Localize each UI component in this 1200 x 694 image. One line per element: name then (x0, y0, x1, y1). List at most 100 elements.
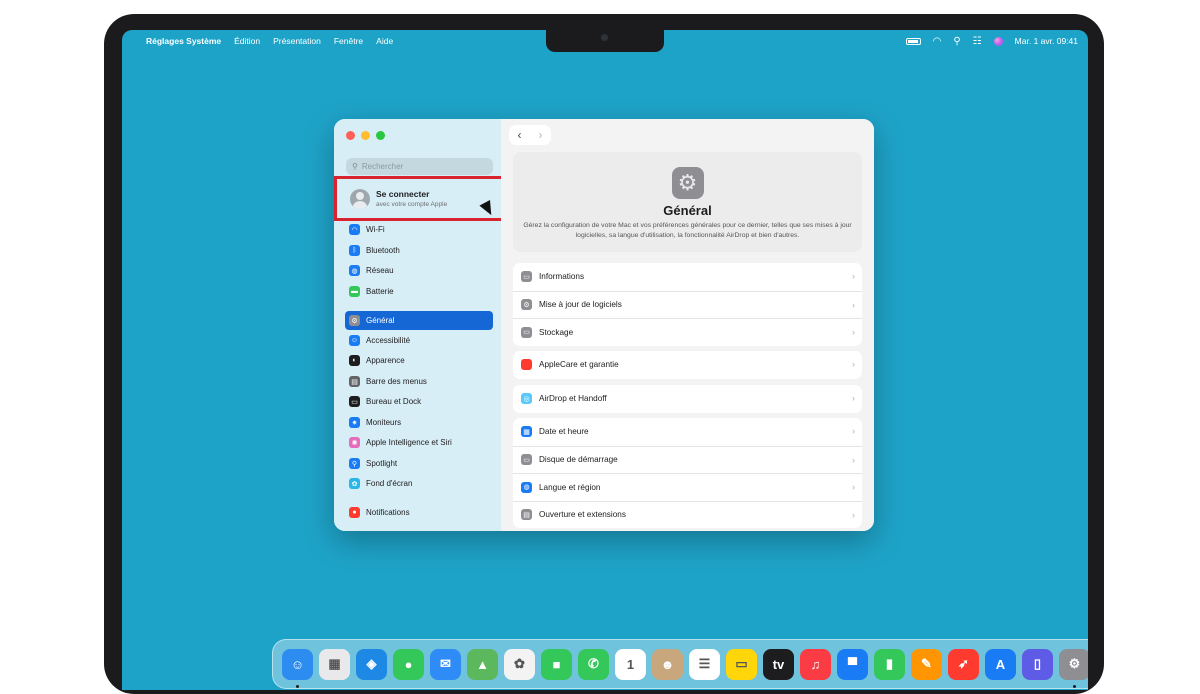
gear-icon: ⚙ (349, 315, 360, 326)
sidebar-item-display[interactable]: ✷ Moniteurs (345, 413, 493, 432)
zoom-button[interactable] (376, 131, 385, 140)
nav-buttons: ‹ › (509, 125, 551, 145)
chevron-right-icon: › (852, 454, 855, 465)
sidebar-item-globe[interactable]: ◍ Réseau (345, 261, 493, 280)
testflight-icon[interactable]: ➶ (948, 648, 979, 680)
menu-aide[interactable]: Aide (376, 36, 393, 46)
sidebar-item-spotlight[interactable]: ⚲ Spotlight (345, 454, 493, 473)
sidebar-item-battery[interactable]: ▬ Batterie (345, 282, 493, 301)
siri-icon[interactable] (993, 36, 1003, 46)
minimize-button[interactable] (361, 131, 370, 140)
menu-app-name[interactable]: Réglages Système (146, 36, 221, 46)
settings-row-label: Stockage (539, 327, 574, 337)
sidebar-item-menubar[interactable]: ▤ Barre des menus (345, 372, 493, 391)
numbers-icon[interactable]: ▮ (874, 648, 905, 680)
notes-icon[interactable]: ▭ (726, 648, 757, 680)
phone-icon[interactable]: ✆ (578, 648, 609, 680)
settings-row[interactable]: ◍ Langue et région › (513, 473, 862, 501)
airdrop-icon: ◎ (521, 393, 532, 405)
search-icon: ⚲ (352, 162, 358, 171)
sidebar-item-bluetooth[interactable]: ᛒ Bluetooth (345, 241, 493, 260)
chevron-right-icon: › (852, 482, 855, 492)
settings-row[interactable]: ◎ AirDrop et Handoff › (513, 385, 862, 413)
sidebar-item-label: Wi-Fi (366, 225, 385, 234)
sidebar-item-siri[interactable]: ✺ Apple Intelligence et Siri (345, 433, 493, 452)
sidebar-item-label: Bureau et Dock (366, 397, 422, 406)
close-button[interactable] (346, 131, 355, 140)
mail-icon[interactable]: ✉ (430, 648, 461, 680)
settings-row[interactable]: ▦ Date et heure › (513, 418, 862, 446)
search-field[interactable]: ⚲ Rechercher (346, 158, 493, 175)
settings-row-label: AirDrop et Handoff (539, 394, 607, 404)
sidebar-item-wifi[interactable]: ◠ Wi-Fi (345, 220, 493, 239)
sidebar-item-wallpaper[interactable]: ✿ Fond d'écran (345, 474, 493, 493)
chevron-right-icon: › (852, 327, 855, 337)
sidebar-item-label: Bluetooth (366, 246, 400, 255)
contacts-icon[interactable]: ☻ (652, 648, 683, 680)
settings-row-label: Mise à jour de logiciels (539, 300, 622, 310)
app-store-icon[interactable]: A (985, 648, 1016, 680)
settings-row[interactable]: ▭ Informations › (513, 263, 862, 291)
window-controls (346, 131, 385, 140)
facetime-icon[interactable]: ■ (541, 648, 572, 680)
back-chevron-icon[interactable]: ‹ (518, 128, 522, 142)
menu-clock[interactable]: Mar. 1 avr. 09:41 (1015, 36, 1078, 46)
storage-icon: ▭ (521, 326, 532, 338)
reminders-icon[interactable]: ☰ (689, 648, 720, 680)
messages-icon[interactable]: ● (393, 648, 424, 680)
tv-icon[interactable]: tv (763, 648, 794, 680)
menu-fenetre[interactable]: Fenêtre (334, 36, 363, 46)
settings-group: ◎ AirDrop et Handoff › (513, 385, 862, 413)
camera-icon (601, 34, 608, 41)
iphone-mirroring-icon[interactable]: ▯ (1022, 648, 1053, 680)
settings-row[interactable]: ▭ Disque de démarrage › (513, 445, 862, 474)
launchpad-icon[interactable]: ▦ (319, 648, 350, 680)
sidebar-item-gear[interactable]: ⚙ Général (345, 311, 493, 330)
calendar-icon[interactable]: 1 (615, 648, 646, 680)
settings-row[interactable]: ▭ Stockage › (513, 318, 862, 346)
settings-row-label: Langue et région (539, 482, 601, 492)
spotlight-search-icon[interactable]: ⚲ (953, 36, 960, 47)
spotlight-icon: ⚲ (349, 458, 360, 469)
settings-row[interactable]: ⚙ Mise à jour de logiciels › (513, 290, 862, 319)
sidebar-item-label: Général (366, 316, 395, 325)
sidebar-item-bell[interactable]: ● Notifications (345, 503, 493, 522)
display-icon: ✷ (349, 417, 360, 428)
menu-presentation[interactable]: Présentation (273, 36, 321, 46)
sidebar-item-label: Notifications (366, 508, 410, 517)
forward-chevron-icon[interactable]: › (539, 128, 543, 142)
settings-row-label: Date et heure (539, 427, 589, 437)
sidebar-item-appearance[interactable]: ◐ Apparence (345, 351, 493, 370)
dock-icon: ▭ (349, 396, 360, 407)
photos-icon[interactable]: ✿ (504, 648, 535, 680)
chevron-right-icon: › (852, 359, 855, 369)
chevron-right-icon: › (852, 393, 855, 403)
gear-icon: ⚙ (671, 167, 704, 199)
globe-icon: ◍ (349, 265, 360, 276)
sidebar-item-label: Barre des menus (366, 377, 427, 386)
settings-row[interactable]: ▤ Ouverture et extensions › (513, 500, 862, 529)
control-center-icon[interactable]: ☷ (973, 36, 982, 47)
wifi-status-icon[interactable]: ◠ (933, 36, 942, 47)
music-icon[interactable]: ♫ (800, 648, 831, 680)
safari-icon[interactable]: ◈ (356, 648, 387, 680)
menu-edition[interactable]: Édition (234, 36, 260, 46)
sidebar-item-label: Apparence (366, 356, 405, 365)
sidebar-item-dock[interactable]: ▭ Bureau et Dock (345, 392, 493, 411)
system-settings-icon[interactable]: ⚙ (1059, 648, 1088, 688)
maps-icon[interactable]: ▲ (467, 648, 498, 680)
content-pane: ‹ › ⚙ Général Gérez la configuration de … (501, 119, 874, 531)
running-indicator (1073, 684, 1076, 688)
chevron-right-icon: › (852, 299, 855, 310)
sidebar-item-label: Réseau (366, 266, 394, 275)
sidebar-item-label: Apple Intelligence et Siri (366, 438, 452, 447)
keynote-icon[interactable]: ▀ (837, 648, 868, 680)
sidebar-item-accessibility[interactable]: ☺ Accessibilité (345, 331, 493, 350)
settings-window: ⚲ Rechercher Se connecter avec votre com… (334, 119, 874, 531)
settings-row[interactable]: AppleCare et garantie › (513, 351, 862, 379)
battery-status-icon[interactable] (905, 37, 921, 45)
menubar-icon: ▤ (349, 376, 360, 387)
finder-icon[interactable]: ☺ (282, 648, 313, 688)
pages-icon[interactable]: ✎ (911, 648, 942, 680)
calendar-clock-icon: ▦ (521, 426, 532, 438)
